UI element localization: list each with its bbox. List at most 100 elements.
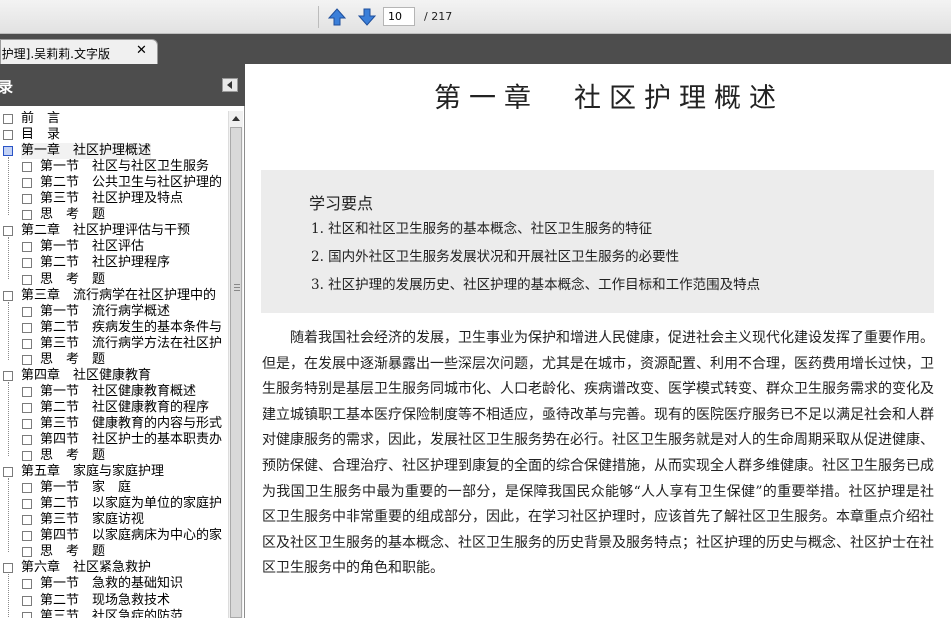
toc-section-item[interactable]: 第二节 社区护理程序: [0, 255, 228, 271]
toc-section-item[interactable]: 思 考 题: [0, 544, 228, 560]
toc-section-item[interactable]: 第二节 疾病发生的基本条件与: [0, 320, 228, 336]
toc-section-item[interactable]: 第三节 社区护理及特点: [0, 191, 228, 207]
bookmark-icon: [3, 130, 13, 141]
bookmark-icon: [22, 547, 32, 558]
toc-section-item[interactable]: 第三节 流行病学方法在社区护: [0, 336, 228, 352]
collapse-panel-button[interactable]: [222, 78, 238, 92]
toc-header-label: 录: [0, 78, 14, 96]
bookmark-icon: [3, 290, 13, 301]
toc-item-label: 第一节 家 庭: [40, 480, 132, 496]
triangle-left-icon: [227, 81, 232, 89]
bookmark-icon: [22, 162, 32, 173]
toc-section-item[interactable]: 第二节 现场急救技术: [0, 593, 228, 609]
bookmark-icon: [22, 258, 32, 269]
toc-section-item[interactable]: 思 考 题: [0, 352, 228, 368]
toc-scrollbar[interactable]: [228, 111, 243, 618]
page-number-input[interactable]: [383, 7, 415, 26]
toc-section-item[interactable]: 思 考 题: [0, 272, 228, 288]
toc-chapter-item[interactable]: 第四章 社区健康教育: [0, 368, 228, 384]
toc-section-item[interactable]: 第一节 流行病学概述: [0, 304, 228, 320]
toc-item-label: 第三节 健康教育的内容与形式: [40, 415, 223, 431]
toc-section-item[interactable]: 第一节 社区与社区卫生服务: [0, 159, 228, 175]
toc-section-item[interactable]: 第一节 急救的基础知识: [0, 576, 228, 592]
toc-item-label: 第一节 社区评估: [40, 239, 145, 255]
arrow-down-icon: [357, 8, 377, 26]
toc-chapter-item[interactable]: 第三章 流行病学在社区护理中的: [0, 288, 228, 304]
bookmark-icon: [3, 563, 13, 574]
bookmark-icon: [22, 242, 32, 253]
toc-section-item[interactable]: 第一节 家 庭: [0, 480, 228, 496]
key-point: 2. 国内外社区卫生服务发展状况和开展社区卫生服务的必要性: [311, 249, 680, 265]
toc-item-label: 第三章 流行病学在社区护理中的: [21, 287, 217, 303]
toc-section-item[interactable]: 第三节 健康教育的内容与形式: [0, 416, 228, 432]
toc-item-label: 第二章 社区护理评估与干预: [21, 223, 191, 239]
toc-section-item[interactable]: 第三节 社区急症的防范: [0, 609, 228, 618]
toc-chapter-item[interactable]: 第二章 社区护理评估与干预: [0, 223, 228, 239]
scroll-up-button[interactable]: [229, 111, 243, 125]
toc-chapter-item[interactable]: 前 言: [0, 111, 228, 127]
document-tab[interactable]: [护理].吴莉莉.文字版 ✕: [0, 39, 158, 64]
toc-header: 录: [0, 64, 245, 106]
toc-item-label: 第一章 社区护理概述: [21, 143, 152, 160]
bookmark-icon: [22, 178, 32, 189]
bookmark-icon: [3, 114, 13, 124]
toc-section-item[interactable]: 思 考 题: [0, 448, 228, 464]
bookmark-icon: [22, 274, 32, 285]
toolbar: / 217: [0, 0, 951, 34]
toc-item-label: 思 考 题: [40, 544, 106, 560]
bookmark-icon: [22, 595, 32, 606]
toc-item-label: 第二节 公共卫生与社区护理的: [40, 175, 223, 191]
toc-section-item[interactable]: 思 考 题: [0, 207, 228, 223]
toc-section-item[interactable]: 第四节 社区护士的基本职责办: [0, 432, 228, 448]
toc-item-label: 第一节 社区健康教育概述: [40, 383, 197, 399]
arrow-up-icon: [327, 8, 347, 26]
toc-section-item[interactable]: 第三节 家庭访视: [0, 512, 228, 528]
body-paragraph: 随着我国社会经济的发展，卫生事业为保护和增进人民健康，促进社会主义现代化建设发挥…: [262, 330, 934, 577]
document-page: 第一章 社区护理概述 学习要点 1. 社区和社区卫生服务的基本概念、社区卫生服务…: [246, 64, 951, 618]
toc-section-item[interactable]: 第四节 以家庭病床为中心的家: [0, 528, 228, 544]
tree-guide-line: [8, 574, 9, 617]
toc-item-label: 第六章 社区紧急救护: [21, 560, 152, 576]
toc-item-label: 第五章 家庭与家庭护理: [21, 464, 165, 480]
key-points-box: 学习要点 1. 社区和社区卫生服务的基本概念、社区卫生服务的特征 2. 国内外社…: [261, 170, 934, 313]
bookmark-icon: [3, 226, 13, 237]
tree-guide-line: [8, 157, 9, 216]
bookmark-icon: [22, 354, 32, 365]
bookmark-icon: [3, 370, 13, 381]
bookmark-icon: [22, 531, 32, 542]
toc-item-label: 前 言: [21, 111, 61, 126]
scroll-thumb[interactable]: [230, 127, 242, 618]
toc-item-label: 第二节 现场急救技术: [40, 592, 171, 608]
toc-list: 前 言目 录第一章 社区护理概述 第一节 社区与社区卫生服务 第二节 公共卫生与社区…: [0, 111, 228, 618]
bookmark-icon: [22, 418, 32, 429]
toc-item-label: 目 录: [21, 127, 61, 143]
toolbar-separator: [318, 6, 319, 28]
toc-item-label: 第三节 流行病学方法在社区护: [40, 335, 223, 351]
tree-guide-line: [8, 301, 9, 360]
previous-page-button[interactable]: [326, 6, 348, 28]
toc-item-label: 第四节 以家庭病床为中心的家: [40, 528, 223, 544]
toc-panel: 录 前 言目 录第一章 社区护理概述 第一节 社区与社区卫生服务 第二节 公共卫生与…: [0, 64, 245, 618]
toc-section-item[interactable]: 第一节 社区评估: [0, 239, 228, 255]
bookmark-icon: [22, 402, 32, 413]
bookmark-icon: [22, 210, 32, 221]
toc-chapter-item[interactable]: 第一章 社区护理概述: [0, 143, 228, 160]
toc-chapter-item[interactable]: 目 录: [0, 127, 228, 143]
toc-section-item[interactable]: 第二节 社区健康教育的程序: [0, 400, 228, 416]
tree-guide-line: [8, 381, 9, 457]
toc-chapter-item[interactable]: 第六章 社区紧急救护: [0, 560, 228, 576]
document-tab-title: [护理].吴莉莉.文字版: [0, 47, 110, 61]
close-tab-button[interactable]: ✕: [136, 43, 147, 58]
toc-section-item[interactable]: 第二节 以家庭为单位的家庭护: [0, 496, 228, 512]
toc-item-label: 第四章 社区健康教育: [21, 367, 152, 383]
toc-item-label: 第二节 疾病发生的基本条件与: [40, 319, 223, 335]
tree-guide-line: [8, 478, 9, 553]
bookmark-icon: [22, 322, 32, 333]
toc-section-item[interactable]: 第一节 社区健康教育概述: [0, 384, 228, 400]
chapter-title: 第一章 社区护理概述: [434, 83, 784, 114]
toc-chapter-item[interactable]: 第五章 家庭与家庭护理: [0, 464, 228, 480]
tree-guide-line: [8, 237, 9, 280]
bookmark-icon: [22, 306, 32, 317]
next-page-button[interactable]: [356, 6, 378, 28]
toc-section-item[interactable]: 第二节 公共卫生与社区护理的: [0, 175, 228, 191]
